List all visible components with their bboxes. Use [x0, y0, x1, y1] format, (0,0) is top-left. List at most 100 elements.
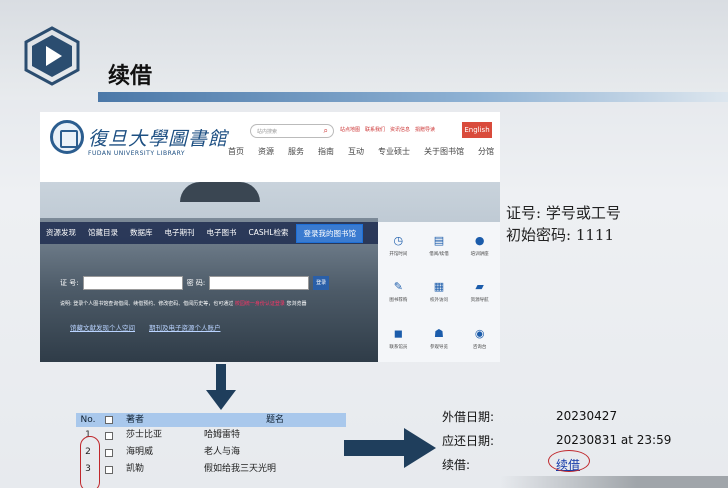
notice-highlight[interactable]: 校园统一身份认证登录: [235, 301, 285, 307]
main-nav: 首页 资源 服务 指南 互动 专业硕士 关于图书馆 分馆: [228, 146, 494, 157]
tab-my-library[interactable]: 登录我的图书馆: [296, 223, 363, 243]
pen-icon: ✎: [393, 280, 403, 294]
screen-edge-shadow: [500, 476, 728, 488]
due-date-label: 应还日期:: [442, 433, 495, 448]
renew-annotation-circle: [548, 450, 590, 472]
tab-cashl[interactable]: CASHL检索: [243, 222, 295, 244]
tab-discovery[interactable]: 资源发现: [40, 222, 82, 244]
row-checkbox-cell: [100, 427, 118, 444]
table-row: 3 凯勒 假如给我三天光明: [76, 461, 346, 478]
top-link-sitemap[interactable]: 站点地图: [340, 126, 360, 133]
row-title-link[interactable]: 老人与海: [196, 444, 346, 461]
row-checkbox-cell: [100, 461, 118, 478]
tab-catalog[interactable]: 馆藏目录: [82, 222, 124, 244]
borrow-list-table: No. 著者 题名 1 莎士比亚 哈姆雷特 2 海明威 老人与海 3 凯勒 假如…: [76, 413, 346, 478]
book-icon: ◼: [393, 327, 403, 341]
top-link-donate[interactable]: 捐赠导读: [415, 126, 435, 133]
tab-ejournals[interactable]: 电子期刊: [159, 222, 201, 244]
header-no: No.: [80, 415, 96, 425]
library-name: 復旦大學圖書館: [88, 128, 229, 150]
nav-resources[interactable]: 资源: [258, 146, 274, 157]
down-arrow-icon: [206, 364, 236, 410]
library-name-english: FUDAN UNIVERSITY LIBRARY: [88, 150, 186, 157]
row-author: 凯勒: [126, 464, 145, 474]
select-all-checkbox[interactable]: [105, 416, 113, 424]
row-checkbox[interactable]: [105, 448, 113, 457]
header-checkbox-cell: [100, 413, 118, 427]
service-offsite[interactable]: ▦ 校外访问: [419, 269, 460, 316]
tab-database[interactable]: 数据库: [124, 222, 159, 244]
nav-branches[interactable]: 分馆: [478, 146, 494, 157]
link-journal-account[interactable]: 期刊及电子资源个人账户: [149, 322, 221, 332]
table-icon: ▦: [433, 280, 445, 294]
service-recommend[interactable]: ✎ 图书荐购: [378, 269, 419, 316]
nav-home[interactable]: 首页: [228, 146, 244, 157]
login-button[interactable]: 登录: [313, 276, 330, 290]
top-link-contact[interactable]: 联系我们: [365, 126, 385, 133]
row-checkbox-cell: [100, 444, 118, 461]
clock-icon: ◷: [393, 233, 404, 247]
document-icon: ▤: [433, 233, 445, 247]
id-input[interactable]: [82, 276, 183, 290]
nav-masters[interactable]: 专业硕士: [378, 146, 410, 157]
service-training[interactable]: ● 培训讲座: [459, 222, 500, 269]
header-author: 著者: [126, 415, 145, 425]
nav-guide[interactable]: 指南: [318, 146, 334, 157]
top-link-info[interactable]: 资讯信息: [390, 126, 410, 133]
row-checkbox[interactable]: [105, 465, 113, 474]
service-help-desk[interactable]: ◉ 咨询台: [459, 315, 500, 362]
library-seal-icon: [50, 120, 84, 154]
service-opening-hours[interactable]: ◷ 开馆时间: [378, 222, 419, 269]
header-title: 题名: [265, 415, 284, 425]
nav-services[interactable]: 服务: [288, 146, 304, 157]
person-icon: ●: [474, 233, 485, 247]
slide-title: 续借: [108, 64, 153, 89]
people-icon: ☗: [434, 327, 444, 341]
row-checkbox[interactable]: [105, 431, 113, 440]
service-navigation[interactable]: ▰ 资源导航: [459, 269, 500, 316]
row-title-link[interactable]: 假如给我三天光明: [196, 461, 346, 478]
title-underline-bar: [98, 92, 728, 102]
service-tour[interactable]: ☗ 参观导览: [419, 315, 460, 362]
nav-interaction[interactable]: 互动: [348, 146, 364, 157]
right-arrow-icon: [344, 428, 436, 468]
chat-icon: ◉: [474, 327, 485, 341]
service-borrow-renew[interactable]: ▤ 借阅/续借: [419, 222, 460, 269]
site-search-input[interactable]: 站内搜索 ⌕: [250, 124, 334, 138]
id-label: 证 号:: [60, 279, 79, 287]
play-hexagon-icon: [24, 26, 80, 86]
hero-banner: 资源发现 馆藏目录 数据库 电子期刊 电子图书 CASHL检索 登录我的图书馆 …: [40, 182, 500, 362]
search-icon[interactable]: ⌕: [324, 126, 328, 136]
credentials-password-line: 初始密码: 1111: [506, 226, 614, 244]
login-row: 证 号: 密 码: 登录: [60, 276, 330, 290]
search-placeholder: 站内搜索: [257, 129, 278, 135]
row-author: 莎士比亚: [126, 430, 163, 440]
tab-ebooks[interactable]: 电子图书: [201, 222, 243, 244]
service-contact[interactable]: ◼ 联系馆员: [378, 315, 419, 362]
row-title-link[interactable]: 哈姆雷特: [196, 427, 346, 444]
notice-link[interactable]: 您浏览器: [286, 301, 306, 307]
row-number-annotation-circle: [80, 436, 100, 488]
notice-text: 说明: 登录个人图书馆查询借阅、续借预约、修改密码、借阅历史等，也可通过: [60, 301, 234, 307]
link-discovery-space[interactable]: 馆藏文献发现个人空间: [70, 322, 135, 332]
credentials-id-line: 证号: 学号或工号: [506, 204, 621, 222]
table-header-row: No. 著者 题名: [76, 413, 346, 427]
loan-row-borrow-date: 外借日期: 20230427: [442, 404, 671, 428]
due-date-value: 20230831 at 23:59: [556, 433, 672, 447]
library-header: 復旦大學圖書館 FUDAN UNIVERSITY LIBRARY 站内搜索 ⌕ …: [40, 112, 500, 182]
table-row: 1 莎士比亚 哈姆雷特: [76, 427, 346, 444]
top-links: 站点地图 联系我们 资讯信息 捐赠导读: [340, 126, 435, 133]
login-notice: 说明: 登录个人图书馆查询借阅、续借预约、修改密码、借阅历史等，也可通过 校园统…: [60, 300, 307, 307]
password-input[interactable]: [209, 276, 310, 290]
loan-row-due-date: 应还日期: 20230831 at 23:59: [442, 428, 671, 452]
borrow-date-value: 20230427: [556, 409, 618, 423]
row-author: 海明威: [126, 447, 154, 457]
english-button[interactable]: English: [462, 122, 492, 138]
nav-about[interactable]: 关于图书馆: [424, 146, 464, 157]
borrow-date-label: 外借日期:: [442, 409, 495, 424]
folder-icon: ▰: [475, 280, 484, 294]
search-tabs: 资源发现 馆藏目录 数据库 电子期刊 电子图书 CASHL检索 登录我的图书馆: [40, 222, 378, 244]
building-roof: [180, 182, 260, 202]
renew-label: 续借:: [442, 457, 471, 472]
credentials-note: 证号: 学号或工号 初始密码: 1111: [506, 202, 621, 246]
